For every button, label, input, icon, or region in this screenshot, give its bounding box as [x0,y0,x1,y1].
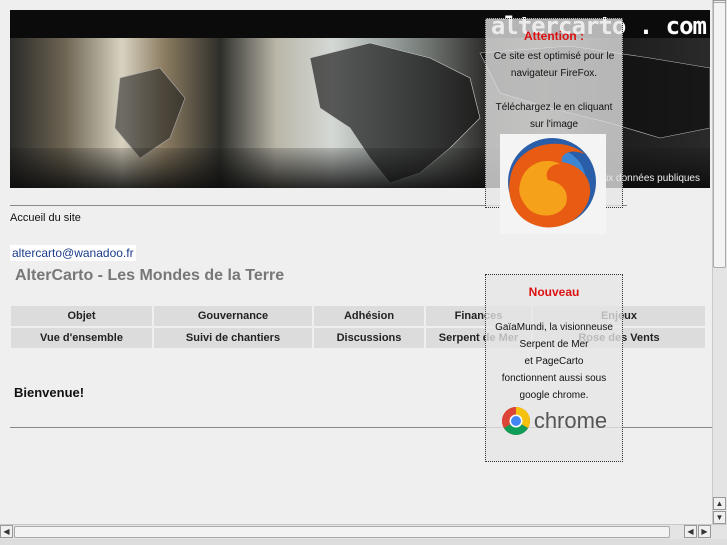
notice-text: sur l'image [529,119,579,130]
vertical-scroll-thumb[interactable] [713,2,726,268]
horizontal-scroll-thumb[interactable] [14,526,670,538]
notice-heading: Attention : [524,29,584,43]
breadcrumb[interactable]: Accueil du site [10,212,81,224]
scroll-left-icon[interactable]: ◀ [0,525,13,538]
scroll-right-icon[interactable]: ▶ [698,525,711,538]
notice-text: navigateur FireFox. [510,68,598,79]
chrome-wordmark: chrome [533,408,608,433]
notice-text: google chrome. [519,390,589,401]
nav-item-discussions[interactable]: Discussions [314,328,424,348]
nav-item-gouvernance[interactable]: Gouvernance [154,306,312,326]
chrome-logo[interactable]: chrome [486,406,622,436]
notice-heading: Nouveau [528,285,580,299]
email-link[interactable]: altercarto@wanadoo.fr [10,245,136,261]
notice-text: Ce site est optimisé pour le [493,51,615,62]
scroll-up-icon[interactable]: ▲ [713,497,726,510]
scroll-down-icon[interactable]: ▼ [713,511,726,524]
welcome-heading: Bienvenue! [14,385,85,400]
firefox-logo-icon[interactable] [500,134,606,234]
notice-text: et PageCarto [524,356,584,367]
status-bar [0,539,727,545]
nav-item-suivi-chantiers[interactable]: Suivi de chantiers [154,328,312,348]
chrome-notice-popup: Nouveau GaïaMundi, la visionneuse Serpen… [485,274,623,462]
notice-text: Serpent de Mer [519,339,589,350]
notice-text: GaïaMundi, la visionneuse [495,322,613,333]
notice-text: Téléchargez le en cliquant [495,102,613,113]
nav-item-vue-ensemble[interactable]: Vue d'ensemble [11,328,152,348]
scroll-left-icon[interactable]: ◀ [684,525,697,538]
firefox-notice-popup: Attention : Ce site est optimisé pour le… [485,18,623,234]
nav-item-objet[interactable]: Objet [11,306,152,326]
page-title: AlterCarto - Les Mondes de la Terre [15,267,285,284]
notice-text: fonctionnent aussi sous [501,373,607,384]
chrome-icon [501,407,530,435]
nav-item-adhesion[interactable]: Adhésion [314,306,424,326]
